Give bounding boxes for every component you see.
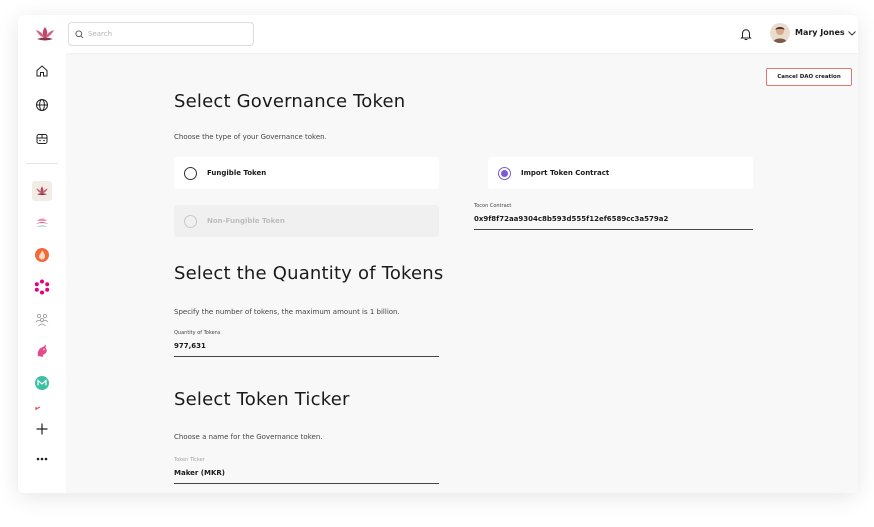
sidebar (18, 53, 66, 493)
dao-people-icon[interactable] (32, 309, 52, 329)
app-window: Mary Jones (18, 15, 858, 493)
governance-description: Choose the type of your Governance token… (174, 133, 327, 141)
main-content: Cancel DAO creation Select Governance To… (66, 53, 858, 493)
search-bar[interactable] (68, 22, 254, 46)
field-underline (174, 483, 439, 484)
fungible-radio[interactable] (184, 166, 197, 180)
dao-unicorn-icon[interactable] (32, 341, 52, 361)
home-icon[interactable] (32, 61, 52, 81)
ticker-input[interactable]: Maker (MKR) (174, 469, 439, 477)
plus-icon (36, 423, 48, 435)
quantity-description: Specify the number of tokens, the maximu… (174, 308, 400, 316)
dao-monero-icon[interactable] (32, 373, 52, 393)
more-icon[interactable] (32, 449, 52, 469)
option-fungible-token[interactable]: Fungible Token (174, 157, 439, 189)
ticker-field[interactable]: Token Ticker Maker (MKR) (174, 457, 439, 484)
quantity-title: Select the Quantity of Tokens (174, 263, 444, 284)
import-contract-radio[interactable] (498, 166, 511, 180)
dao-ring-icon[interactable] (32, 277, 52, 297)
field-underline (474, 229, 753, 230)
ticker-description: Choose a name for the Governance token. (174, 433, 323, 441)
quantity-label: Quantity of Tokens (174, 330, 221, 336)
user-photo-icon (773, 27, 787, 43)
token-contract-input[interactable]: 0x9f8f72aa9304c8b593d555f12ef6589cc3a579… (474, 215, 753, 223)
quantity-field[interactable]: Quantity of Tokens 977,631 (174, 330, 439, 357)
top-bar: Mary Jones (18, 15, 858, 53)
dao-flame-icon[interactable] (32, 245, 52, 265)
search-icon (75, 29, 84, 38)
ticker-label: Token Ticker (174, 457, 205, 463)
robot-icon[interactable] (32, 129, 52, 149)
globe-icon[interactable] (32, 95, 52, 115)
bell-icon[interactable] (739, 27, 753, 41)
option-import-token-contract[interactable]: Import Token Contract (488, 157, 753, 189)
non-fungible-radio (184, 214, 197, 228)
dao-wave-icon[interactable] (32, 213, 52, 233)
chevron-down-icon[interactable] (847, 28, 857, 38)
dao-partial-icon[interactable] (32, 403, 52, 411)
search-input[interactable] (88, 30, 238, 38)
quantity-input[interactable]: 977,631 (174, 342, 439, 350)
option-non-fungible-token: Non-Fungible Token (174, 205, 439, 237)
add-dao-button[interactable] (32, 419, 52, 439)
option-label: Non-Fungible Token (207, 217, 285, 225)
sidebar-divider (26, 163, 58, 164)
avatar[interactable] (770, 23, 790, 43)
dao-lotus-icon[interactable] (32, 181, 52, 201)
option-label: Import Token Contract (521, 169, 610, 177)
ticker-title: Select Token Ticker (174, 389, 350, 410)
lotus-logo-icon[interactable] (34, 25, 56, 43)
token-contract-label: Tocon Contract (474, 203, 512, 209)
token-contract-field[interactable]: Tocon Contract 0x9f8f72aa9304c8b593d555f… (474, 203, 753, 230)
option-label: Fungible Token (207, 169, 267, 177)
cancel-dao-creation-button[interactable]: Cancel DAO creation (766, 68, 852, 86)
field-underline (174, 356, 439, 357)
governance-title: Select Governance Token (174, 91, 406, 112)
user-name[interactable]: Mary Jones (795, 28, 845, 37)
